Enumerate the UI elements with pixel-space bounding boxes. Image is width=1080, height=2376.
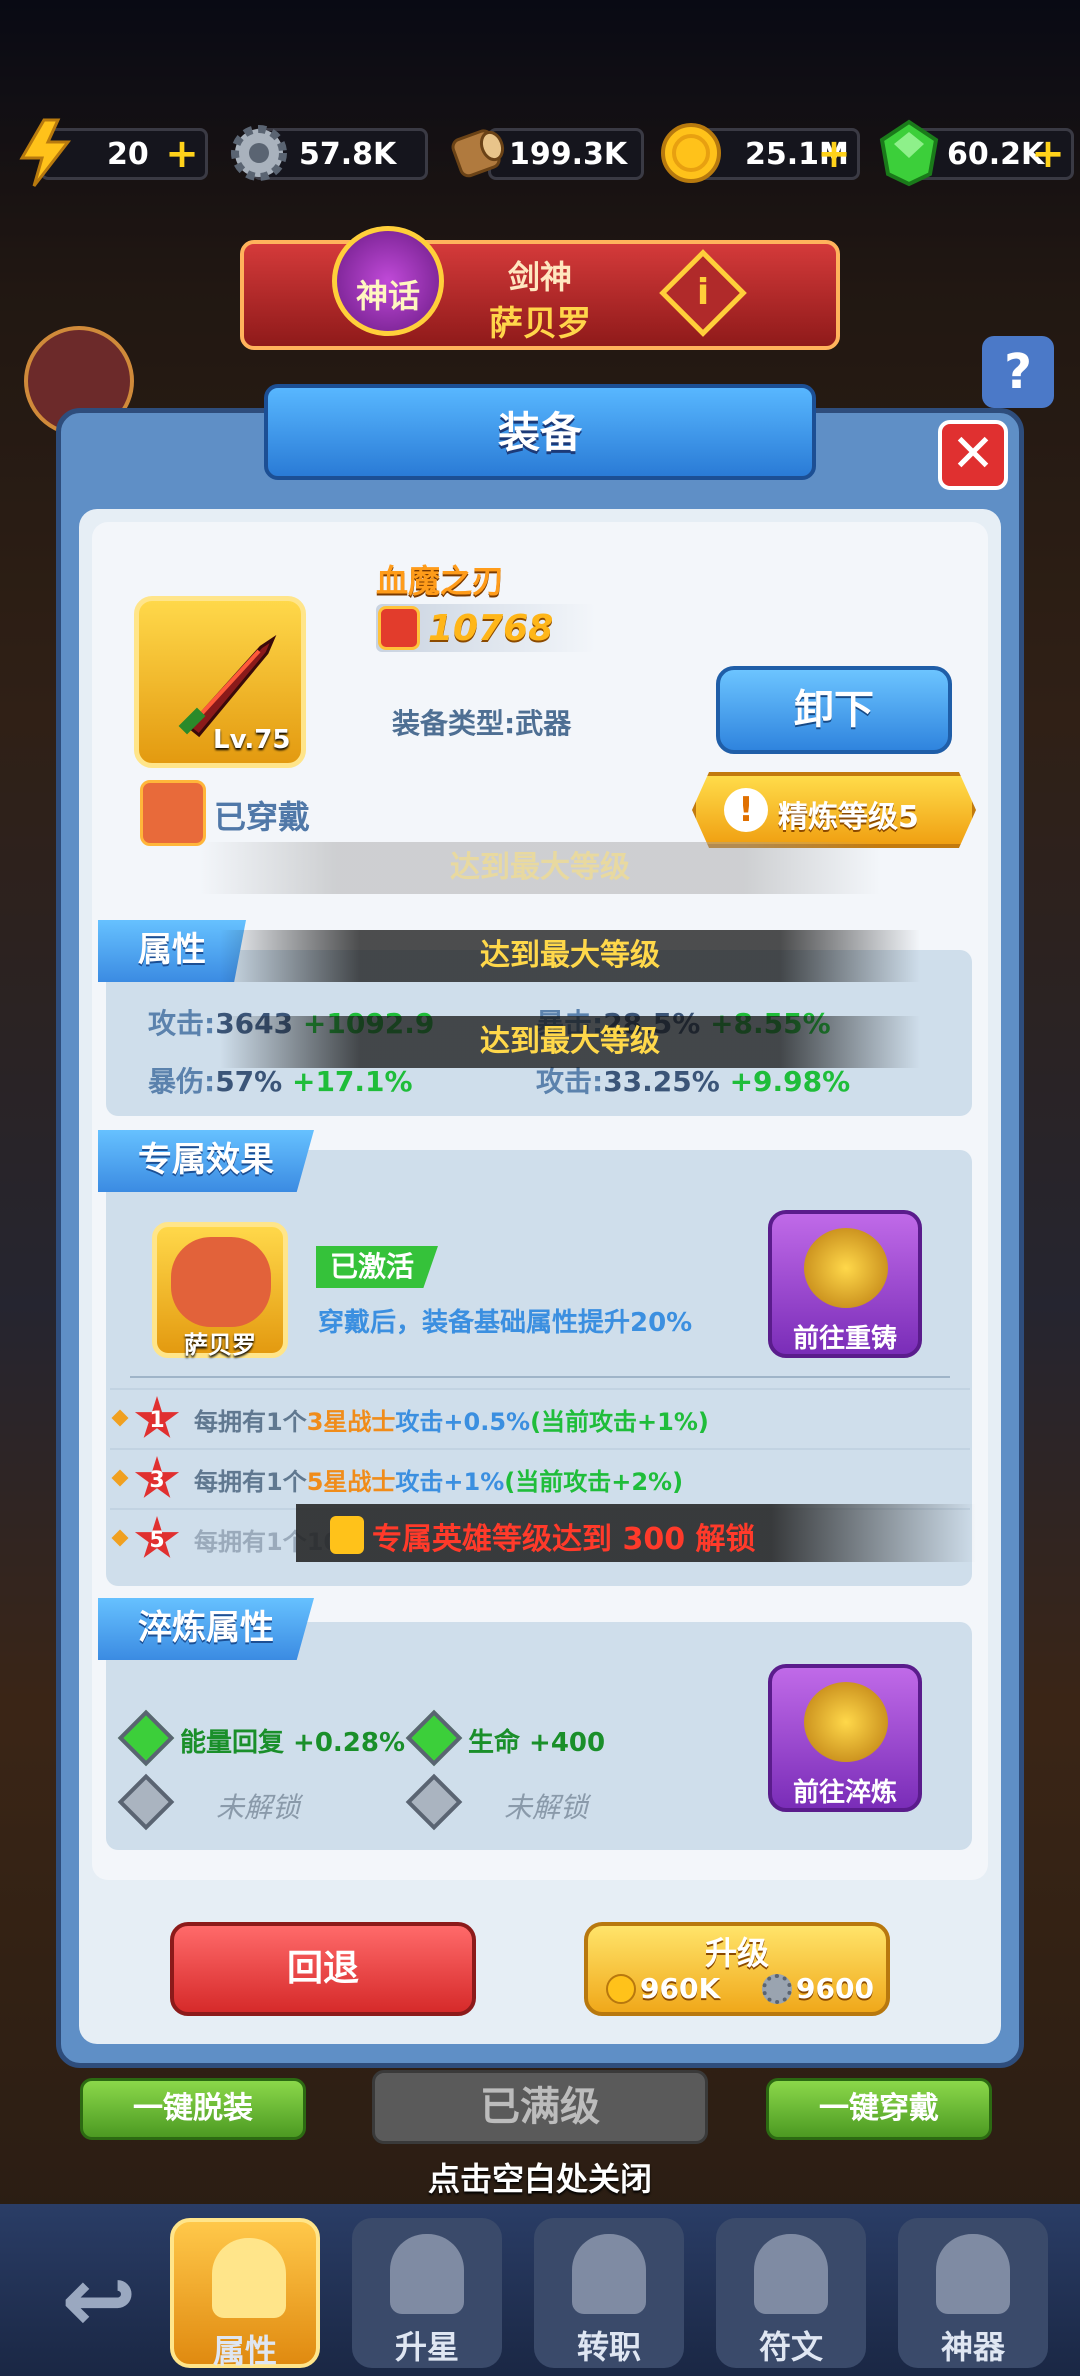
close-hint: 点击空白处关闭 (427, 2160, 652, 2198)
add-energy-button[interactable]: + (165, 134, 199, 174)
upgrade-button[interactable]: 升级 960K 9600 (584, 1922, 890, 2016)
rank-label: 神话 (355, 277, 420, 315)
hero-banner: 剑神 萨贝罗 (240, 240, 840, 350)
row-text: 每拥有1个5星战士攻击+1%(当前攻击+2%) (194, 1468, 684, 1496)
item-icon-frame[interactable]: Lv.75 (134, 596, 306, 768)
nav-tab-runes[interactable]: 符文 (716, 2218, 866, 2368)
bullet-icon (111, 1409, 129, 1427)
quench-stat-hp: 生命 +400 (468, 1728, 606, 1758)
nav-tab-attributes[interactable]: 属性 (170, 2218, 320, 2370)
nav-label: 神器 (940, 2328, 1005, 2366)
quench-button-label: 前往淬炼 (792, 1778, 897, 1808)
nav-tab-class-change[interactable]: 转职 (534, 2218, 684, 2368)
energy-icon (19, 118, 72, 187)
helmet-icon (212, 2238, 286, 2318)
item-name: 血魔之刃 (376, 562, 505, 600)
exclusive-row-1: 1 每拥有1个3星战士攻击+0.5%(当前攻击+1%) (110, 1388, 970, 1444)
hero-name: 萨贝罗 (489, 304, 591, 344)
max-level-notice: 达到最大等级 (200, 842, 880, 894)
upgrade-label: 升级 (704, 1934, 769, 1972)
row-text: 每拥有1个3星战士攻击+0.5%(当前攻击+1%) (194, 1408, 709, 1436)
bottom-nav: ↩ 属性 升星 转职 符文 神器 (0, 2204, 1080, 2376)
activated-badge: 已激活 (316, 1246, 438, 1288)
return-icon[interactable]: ↩ (44, 2256, 154, 2346)
gear-icon (231, 125, 287, 181)
gold-coin-icon (606, 1974, 636, 2004)
equipment-type: 装备类型:武器 (392, 707, 572, 740)
gem-value: 60.2K (947, 137, 1045, 172)
mythic-rank-badge: 神话 (332, 226, 444, 336)
add-gold-button[interactable]: + (817, 134, 851, 174)
lock-requirement: 专属英雄等级达到 300 解锁 (372, 1522, 756, 1557)
unequip-all-button[interactable]: 一键脱装 (80, 2078, 306, 2140)
nav-tab-artifact[interactable]: 神器 (898, 2218, 1048, 2368)
exclusive-description: 穿戴后，装备基础属性提升20% (318, 1308, 693, 1338)
gem-icon (879, 119, 939, 187)
exclusive-tab: 专属效果 (98, 1130, 314, 1192)
quench-locked-2: 未解锁 (504, 1791, 589, 1824)
upgrade-coin-cost: 960K (640, 1972, 721, 2005)
nav-label: 属性 (212, 2332, 277, 2370)
unequip-button[interactable]: 卸下 (716, 666, 952, 754)
upgrade-gear-cost: 9600 (796, 1972, 874, 2005)
bullet-icon (111, 1469, 129, 1487)
rune-icon (754, 2234, 828, 2314)
exclusive-hero-portrait[interactable]: 萨贝罗 (152, 1222, 288, 1359)
wood-icon (451, 129, 505, 178)
exclusive-hero-name: 萨贝罗 (184, 1331, 256, 1359)
wearer-avatar (140, 780, 206, 846)
exclamation-icon: ! (724, 788, 768, 832)
help-icon[interactable]: ? (982, 336, 1054, 408)
reforge-button[interactable]: 前往重铸 (768, 1210, 922, 1358)
equip-all-button[interactable]: 一键穿戴 (766, 2078, 992, 2140)
nav-label: 升星 (394, 2328, 459, 2366)
panel-title: 装备 (264, 384, 816, 480)
info-icon: i (696, 272, 710, 313)
max-level-overlay-2: 达到最大等级 (220, 1016, 920, 1068)
equipped-status: 已穿戴 (214, 798, 311, 836)
divider (130, 1376, 950, 1378)
star-icon: 3 (134, 1456, 180, 1498)
max-level-overlay-1: 达到最大等级 (220, 930, 920, 982)
forge-icon (804, 1682, 888, 1762)
power-value: 10768 (428, 608, 554, 649)
refine-level-label: 精炼等级5 (778, 800, 919, 835)
sword-icon (572, 2234, 646, 2314)
bullet-icon (111, 1529, 129, 1547)
gold-coin-icon (661, 123, 721, 183)
back-button[interactable]: 回退 (170, 1922, 476, 2016)
quench-tab: 淬炼属性 (98, 1598, 314, 1660)
exclusive-row-2: 3 每拥有1个5星战士攻击+1%(当前攻击+2%) (110, 1448, 970, 1504)
wood-value: 199.3K (509, 137, 628, 172)
lock-icon (330, 1516, 364, 1554)
gear-icon (762, 1974, 792, 2004)
item-level: Lv.75 (213, 725, 291, 755)
gear-value: 57.8K (299, 137, 397, 172)
maxed-button: 已满级 (372, 2070, 708, 2144)
anvil-icon (804, 1228, 888, 1308)
add-gem-button[interactable]: + (1031, 134, 1065, 174)
star-icon: 5 (134, 1516, 180, 1558)
close-button[interactable]: ✕ (938, 420, 1008, 490)
star-icon (390, 2234, 464, 2314)
artifact-icon (936, 2234, 1010, 2314)
quench-stat-energy: 能量回复 +0.28% (180, 1728, 406, 1758)
nav-label: 转职 (576, 2328, 641, 2366)
nav-label: 符文 (758, 2328, 823, 2366)
item-power: 10768 (376, 604, 596, 652)
reforge-label: 前往重铸 (792, 1324, 897, 1354)
nav-tab-star-up[interactable]: 升星 (352, 2218, 502, 2368)
star-icon: 1 (134, 1396, 180, 1438)
refine-level-button[interactable]: ! 精炼等级5 (692, 772, 976, 848)
quench-locked-1: 未解锁 (216, 1791, 301, 1824)
resource-bar: 20 + 57.8K 199.3K 25.1M + 60.2K + (0, 118, 1080, 188)
power-fist-icon (378, 606, 420, 650)
quench-button[interactable]: 前往淬炼 (768, 1664, 922, 1812)
energy-value: 20 (107, 137, 149, 172)
close-icon: ✕ (951, 424, 995, 484)
hero-face-icon (171, 1237, 271, 1327)
